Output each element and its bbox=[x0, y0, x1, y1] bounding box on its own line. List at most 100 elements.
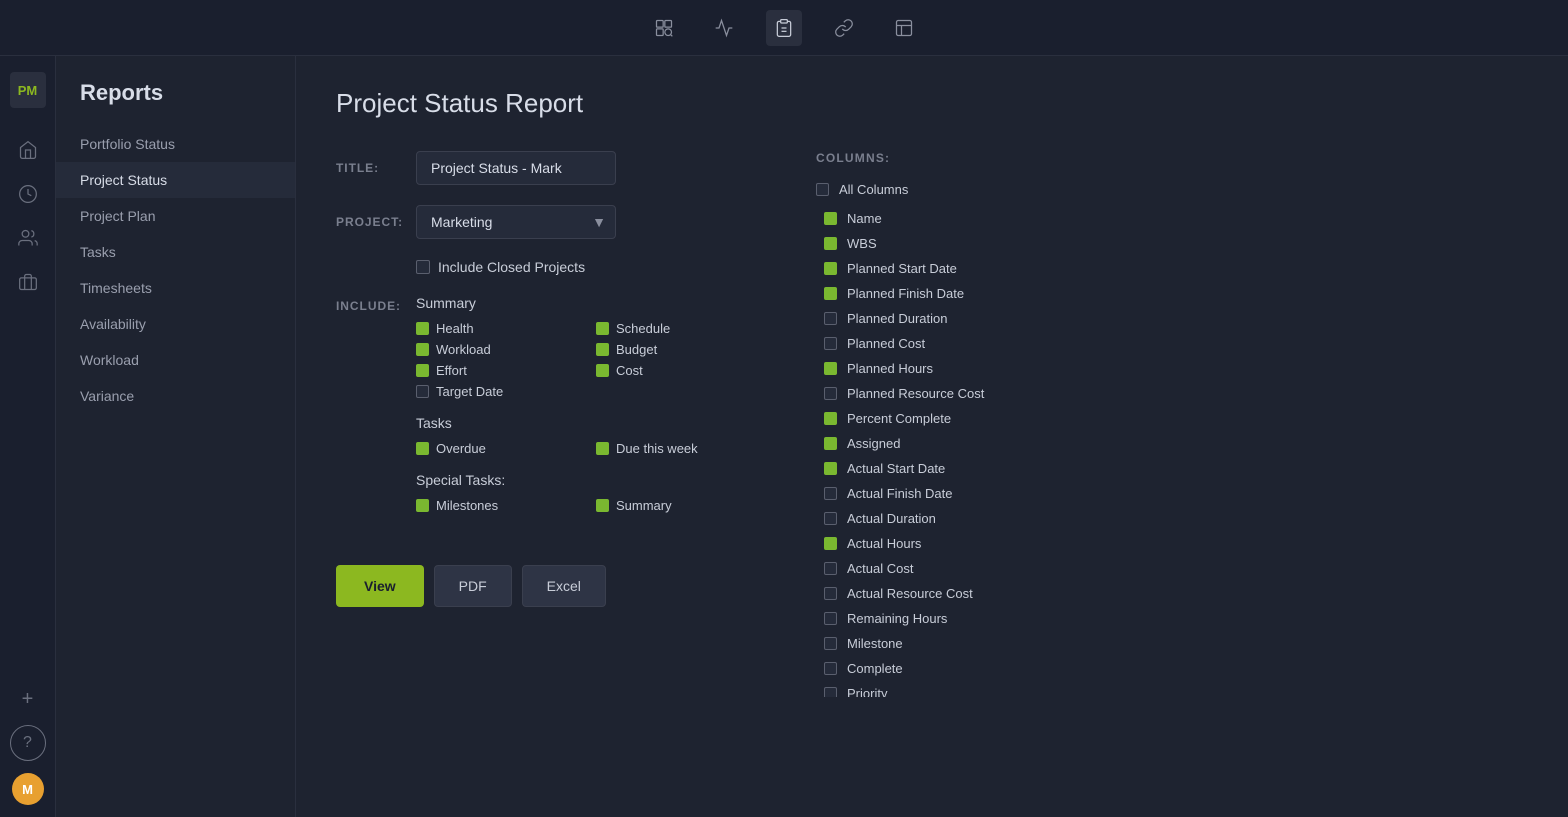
avatar[interactable]: M bbox=[12, 773, 44, 805]
col-planned-start-date[interactable]: Planned Start Date bbox=[816, 256, 1104, 281]
help-icon[interactable]: ? bbox=[10, 725, 46, 761]
actual-finish-date-checkbox[interactable] bbox=[824, 487, 837, 500]
summary-checkbox-item[interactable]: Summary bbox=[596, 498, 756, 513]
col-complete[interactable]: Complete bbox=[816, 656, 1104, 681]
col-assigned[interactable]: Assigned bbox=[816, 431, 1104, 456]
add-icon[interactable]: + bbox=[10, 681, 46, 717]
overdue-checkbox-item[interactable]: Overdue bbox=[416, 441, 576, 456]
complete-label: Complete bbox=[847, 661, 903, 676]
actual-resource-cost-checkbox[interactable] bbox=[824, 587, 837, 600]
col-planned-hours[interactable]: Planned Hours bbox=[816, 356, 1104, 381]
project-select[interactable]: Marketing Development Design Sales bbox=[416, 205, 616, 239]
schedule-checkbox-item[interactable]: Schedule bbox=[596, 321, 756, 336]
col-actual-duration[interactable]: Actual Duration bbox=[816, 506, 1104, 531]
summary-tasks-checkbox[interactable] bbox=[596, 499, 609, 512]
remaining-hours-checkbox[interactable] bbox=[824, 612, 837, 625]
wbs-checkbox[interactable] bbox=[824, 237, 837, 250]
schedule-checkbox[interactable] bbox=[596, 322, 609, 335]
view-button[interactable]: View bbox=[336, 565, 424, 607]
excel-button[interactable]: Excel bbox=[522, 565, 606, 607]
planned-resource-cost-checkbox[interactable] bbox=[824, 387, 837, 400]
col-planned-finish-date[interactable]: Planned Finish Date bbox=[816, 281, 1104, 306]
col-actual-resource-cost[interactable]: Actual Resource Cost bbox=[816, 581, 1104, 606]
col-remaining-hours[interactable]: Remaining Hours bbox=[816, 606, 1104, 631]
page-title: Project Status Report bbox=[336, 88, 1528, 119]
overdue-checkbox[interactable] bbox=[416, 442, 429, 455]
assigned-checkbox[interactable] bbox=[824, 437, 837, 450]
link-icon[interactable] bbox=[826, 10, 862, 46]
col-milestone[interactable]: Milestone bbox=[816, 631, 1104, 656]
name-checkbox[interactable] bbox=[824, 212, 837, 225]
col-planned-duration[interactable]: Planned Duration bbox=[816, 306, 1104, 331]
sidebar-item-availability[interactable]: Availability bbox=[56, 306, 295, 342]
include-closed-label: Include Closed Projects bbox=[438, 259, 585, 275]
col-actual-hours[interactable]: Actual Hours bbox=[816, 531, 1104, 556]
actual-hours-checkbox[interactable] bbox=[824, 537, 837, 550]
briefcase-icon[interactable] bbox=[10, 264, 46, 300]
col-all-columns[interactable]: All Columns bbox=[816, 177, 1104, 202]
cost-checkbox-item[interactable]: Cost bbox=[596, 363, 756, 378]
target-date-checkbox[interactable] bbox=[416, 385, 429, 398]
analytics-icon[interactable] bbox=[706, 10, 742, 46]
col-actual-finish-date[interactable]: Actual Finish Date bbox=[816, 481, 1104, 506]
milestone-checkbox[interactable] bbox=[824, 637, 837, 650]
milestones-checkbox-item[interactable]: Milestones bbox=[416, 498, 576, 513]
budget-checkbox[interactable] bbox=[596, 343, 609, 356]
col-name[interactable]: Name bbox=[816, 206, 1104, 231]
sidebar-item-project-plan[interactable]: Project Plan bbox=[56, 198, 295, 234]
sidebar-item-tasks[interactable]: Tasks bbox=[56, 234, 295, 270]
sidebar-item-variance[interactable]: Variance bbox=[56, 378, 295, 414]
actual-cost-checkbox[interactable] bbox=[824, 562, 837, 575]
clipboard-icon[interactable] bbox=[766, 10, 802, 46]
col-planned-resource-cost[interactable]: Planned Resource Cost bbox=[816, 381, 1104, 406]
complete-checkbox[interactable] bbox=[824, 662, 837, 675]
home-icon[interactable] bbox=[10, 132, 46, 168]
health-checkbox[interactable] bbox=[416, 322, 429, 335]
layout-icon[interactable] bbox=[886, 10, 922, 46]
target-date-checkbox-item[interactable]: Target Date bbox=[416, 384, 576, 399]
sidebar-item-portfolio-status[interactable]: Portfolio Status bbox=[56, 126, 295, 162]
search-zoom-icon[interactable] bbox=[646, 10, 682, 46]
planned-finish-date-checkbox[interactable] bbox=[824, 287, 837, 300]
effort-checkbox[interactable] bbox=[416, 364, 429, 377]
priority-checkbox[interactable] bbox=[824, 687, 837, 697]
due-this-week-checkbox-item[interactable]: Due this week bbox=[596, 441, 756, 456]
effort-checkbox-item[interactable]: Effort bbox=[416, 363, 576, 378]
sidebar-item-project-status[interactable]: Project Status bbox=[56, 162, 295, 198]
pdf-button[interactable]: PDF bbox=[434, 565, 512, 607]
col-actual-start-date[interactable]: Actual Start Date bbox=[816, 456, 1104, 481]
workload-checkbox-item[interactable]: Workload bbox=[416, 342, 576, 357]
budget-label: Budget bbox=[616, 342, 657, 357]
tasks-section-title: Tasks bbox=[416, 415, 756, 431]
cost-checkbox[interactable] bbox=[596, 364, 609, 377]
title-label: TITLE: bbox=[336, 161, 416, 175]
planned-cost-checkbox[interactable] bbox=[824, 337, 837, 350]
col-wbs[interactable]: WBS bbox=[816, 231, 1104, 256]
actual-finish-date-label: Actual Finish Date bbox=[847, 486, 953, 501]
planned-duration-checkbox[interactable] bbox=[824, 312, 837, 325]
workload-checkbox[interactable] bbox=[416, 343, 429, 356]
actual-duration-checkbox[interactable] bbox=[824, 512, 837, 525]
budget-checkbox-item[interactable]: Budget bbox=[596, 342, 756, 357]
title-input[interactable] bbox=[416, 151, 616, 185]
history-icon[interactable] bbox=[10, 176, 46, 212]
planned-start-date-checkbox[interactable] bbox=[824, 262, 837, 275]
actual-start-date-label: Actual Start Date bbox=[847, 461, 945, 476]
milestone-label: Milestone bbox=[847, 636, 903, 651]
col-percent-complete[interactable]: Percent Complete bbox=[816, 406, 1104, 431]
logo-icon[interactable]: PM bbox=[10, 72, 46, 108]
all-columns-checkbox[interactable] bbox=[816, 183, 829, 196]
milestones-checkbox[interactable] bbox=[416, 499, 429, 512]
col-actual-cost[interactable]: Actual Cost bbox=[816, 556, 1104, 581]
sidebar-item-timesheets[interactable]: Timesheets bbox=[56, 270, 295, 306]
health-checkbox-item[interactable]: Health bbox=[416, 321, 576, 336]
planned-hours-checkbox[interactable] bbox=[824, 362, 837, 375]
actual-start-date-checkbox[interactable] bbox=[824, 462, 837, 475]
users-icon[interactable] bbox=[10, 220, 46, 256]
col-planned-cost[interactable]: Planned Cost bbox=[816, 331, 1104, 356]
percent-complete-checkbox[interactable] bbox=[824, 412, 837, 425]
include-closed-checkbox[interactable] bbox=[416, 260, 430, 274]
col-priority[interactable]: Priority bbox=[816, 681, 1104, 697]
sidebar-item-workload[interactable]: Workload bbox=[56, 342, 295, 378]
due-this-week-checkbox[interactable] bbox=[596, 442, 609, 455]
